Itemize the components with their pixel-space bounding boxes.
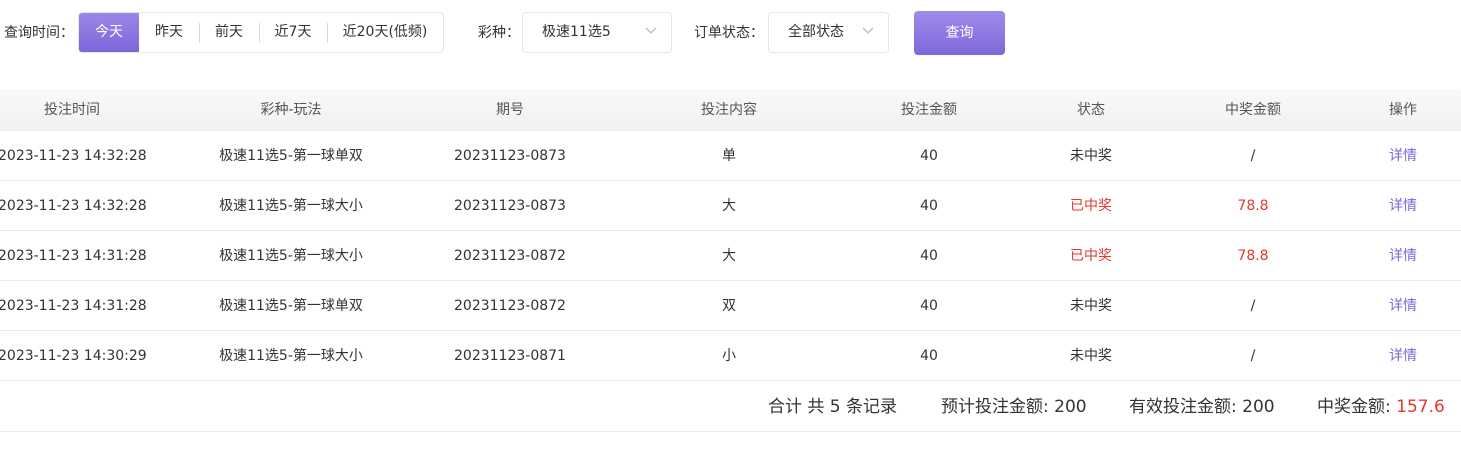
bet-records-table: 投注时间 彩种-玩法 期号 投注内容 投注金额 状态 中奖金额 操作 2023-… [0,89,1461,381]
details-link[interactable]: 详情 [1389,181,1417,231]
header-win-amount: 中奖金额 [1225,102,1281,118]
bet-amount: 40 [920,198,938,214]
period: 20231123-0873 [454,198,566,214]
game-play: 极速11选5-第一球大小 [219,198,363,214]
date-option-7-days[interactable]: 近7天 [259,13,327,52]
header-bet-content: 投注内容 [701,102,757,118]
win-amount: 78.8 [1237,248,1269,264]
order-status-label: 订单状态： [694,25,764,41]
valid-bet-total: 有效投注金额: 200 [1129,382,1275,432]
period: 20231123-0873 [454,148,566,164]
bet-time: 2023-11-23 14:32:28 [0,148,147,164]
bet-content: 大 [722,248,736,264]
table-row: 2023-11-23 14:31:28 极速11选5-第一球单双 2023112… [0,281,1461,331]
game-play: 极速11选5-第一球单双 [219,298,363,314]
period: 20231123-0872 [454,248,566,264]
valid-bet-value: 200 [1242,397,1275,417]
win-amount: / [1250,348,1256,364]
date-range-group: 今天 昨天 前天 近7天 近20天(低频) [78,12,444,53]
status: 未中奖 [1070,298,1112,314]
lottery-select[interactable]: 极速11选5 [522,12,672,53]
table-header: 投注时间 彩种-玩法 期号 投注内容 投注金额 状态 中奖金额 操作 [0,89,1461,131]
period: 20231123-0872 [454,298,566,314]
summary-bar: 合计 共 5 条记录 预计投注金额: 200 有效投注金额: 200 中奖金额:… [0,382,1461,432]
win-amount: / [1250,298,1256,314]
table-row: 2023-11-23 14:31:28 极速11选5-第一球大小 2023112… [0,231,1461,281]
bet-time: 2023-11-23 14:30:29 [0,348,147,364]
win-total-value: 157.6 [1396,397,1445,417]
status: 已中奖 [1070,198,1112,214]
details-link[interactable]: 详情 [1389,231,1417,281]
bet-amount: 40 [920,348,938,364]
bet-amount: 40 [920,148,938,164]
table-row: 2023-11-23 14:32:28 极速11选5-第一球大小 2023112… [0,181,1461,231]
details-link[interactable]: 详情 [1389,131,1417,181]
win-total: 中奖金额: 157.6 [1317,382,1445,432]
status: 未中奖 [1070,348,1112,364]
lottery-select-value: 极速11选5 [542,24,611,40]
bet-content: 大 [722,198,736,214]
filter-bar: 查询时间： 今天 昨天 前天 近7天 近20天(低频) 彩种： 极速11选5 订… [0,11,1461,55]
expected-bet-value: 200 [1054,397,1087,417]
bet-content: 单 [722,148,736,164]
date-option-today[interactable]: 今天 [79,13,139,52]
status: 已中奖 [1070,248,1112,264]
bet-content: 小 [722,348,736,364]
header-bet-time: 投注时间 [44,102,100,118]
lottery-label: 彩种： [478,25,520,41]
header-action: 操作 [1389,102,1417,118]
bet-amount: 40 [920,248,938,264]
game-play: 极速11选5-第一球大小 [219,248,363,264]
chevron-down-icon [645,27,657,34]
bet-time: 2023-11-23 14:31:28 [0,298,147,314]
win-amount: / [1250,148,1256,164]
bet-time: 2023-11-23 14:31:28 [0,248,147,264]
win-total-label: 中奖金额: [1317,397,1397,417]
total-records: 合计 共 5 条记录 [768,397,898,417]
bet-content: 双 [722,298,736,314]
game-play: 极速11选5-第一球大小 [219,348,363,364]
win-amount: 78.8 [1237,198,1269,214]
period: 20231123-0871 [454,348,566,364]
date-option-yesterday[interactable]: 昨天 [139,13,199,52]
expected-bet-total: 预计投注金额: 200 [941,382,1087,432]
valid-bet-label: 有效投注金额: [1129,397,1243,417]
table-row: 2023-11-23 14:32:28 极速11选5-第一球单双 2023112… [0,131,1461,181]
chevron-down-icon [862,27,874,34]
date-option-day-before[interactable]: 前天 [199,13,259,52]
date-option-20-days[interactable]: 近20天(低频) [327,13,443,52]
header-period: 期号 [496,102,524,118]
order-status-select-value: 全部状态 [788,24,844,40]
game-play: 极速11选5-第一球单双 [219,148,363,164]
expected-bet-label: 预计投注金额: [941,397,1055,417]
order-status-select[interactable]: 全部状态 [768,12,889,53]
details-link[interactable]: 详情 [1389,281,1417,331]
status: 未中奖 [1070,148,1112,164]
table-row: 2023-11-23 14:30:29 极速11选5-第一球大小 2023112… [0,331,1461,381]
header-bet-amount: 投注金额 [901,102,957,118]
header-status: 状态 [1077,102,1105,118]
header-game-play: 彩种-玩法 [260,102,322,118]
query-button[interactable]: 查询 [914,11,1005,55]
details-link[interactable]: 详情 [1389,331,1417,381]
query-time-label: 查询时间： [4,25,74,41]
bet-amount: 40 [920,298,938,314]
bet-time: 2023-11-23 14:32:28 [0,198,147,214]
